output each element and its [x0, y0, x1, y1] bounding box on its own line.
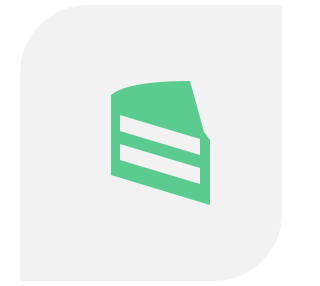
cake-slice-icon: [108, 75, 214, 209]
